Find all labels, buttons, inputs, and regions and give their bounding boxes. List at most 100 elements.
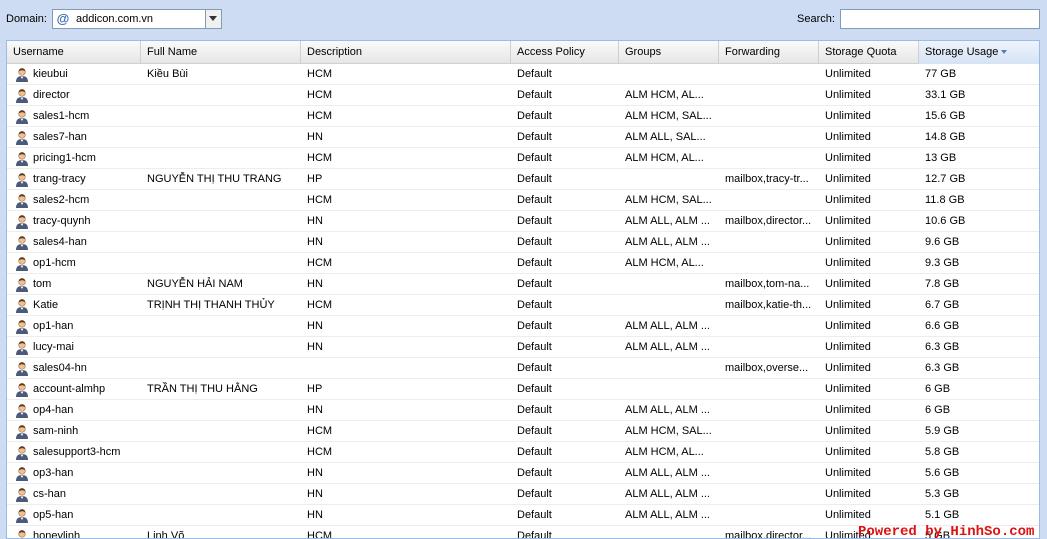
col-storage-usage-cell: 5.1 GB: [925, 509, 960, 521]
col-storage-usage-cell: 15.6 GB: [925, 110, 966, 122]
col-access-policy-cell: Default: [517, 446, 552, 458]
col-fullname-cell: Kiều Bùi: [147, 68, 188, 80]
sort-descending-icon: [1001, 50, 1008, 55]
col-access-policy-header[interactable]: Access Policy: [511, 41, 619, 64]
table-row[interactable]: lucy-mai HN Default ALM ALL, ALM ... Unlimit…: [7, 337, 1039, 358]
col-groups-cell: ALM HCM, SAL...: [625, 110, 712, 122]
col-fullname-cell: [141, 463, 301, 484]
col-forwarding-cell: [719, 253, 819, 274]
col-description-cell: HP: [307, 383, 323, 395]
col-storage-quota-cell: Unlimited: [825, 488, 871, 500]
col-description-cell: HN: [307, 278, 323, 290]
col-fullname-cell: [141, 190, 301, 211]
col-groups-cell: ALM ALL, ALM ...: [625, 488, 710, 500]
table-row[interactable]: op1-han HN Default ALM ALL, ALM ... Unlimite…: [7, 316, 1039, 337]
col-access-policy-cell: Default: [517, 530, 552, 539]
col-fullname-cell: [141, 505, 301, 526]
table-row[interactable]: pricing1-hcm HCM Default ALM HCM, AL... Unli…: [7, 148, 1039, 169]
at-sign-icon: @: [56, 11, 70, 26]
col-forwarding-cell: [719, 148, 819, 169]
table-row[interactable]: account-almhp TRẦN THỊ THU HẰNG HP Default U…: [7, 379, 1039, 400]
col-fullname-cell: TRẦN THỊ THU HẰNG: [147, 383, 258, 395]
search-input[interactable]: [840, 9, 1040, 29]
col-groups-cell: ALM ALL, ALM ...: [625, 509, 710, 521]
table-row[interactable]: director HCM Default ALM HCM, AL... Unlimite…: [7, 85, 1039, 106]
col-username-cell: honeylinh: [33, 530, 81, 539]
col-forwarding-cell: [719, 316, 819, 337]
col-storage-usage-cell: 6 GB: [925, 383, 951, 395]
col-description-cell: HN: [307, 509, 323, 521]
col-storage-usage-cell: 7.8 GB: [925, 278, 960, 290]
col-forwarding-cell: [719, 106, 819, 127]
col-storage-quota-cell: Unlimited: [825, 215, 871, 227]
col-groups-header[interactable]: Groups: [619, 41, 719, 64]
domain-select[interactable]: @ addicon.com.vn: [52, 9, 222, 29]
col-groups-cell: ALM ALL, ALM ...: [625, 215, 710, 227]
col-forwarding-header[interactable]: Forwarding: [719, 41, 819, 64]
domain-value: addicon.com.vn: [76, 13, 154, 25]
col-groups-cell: ALM HCM, AL...: [625, 152, 704, 164]
col-access-policy-cell: Default: [517, 404, 552, 416]
table-row[interactable]: sales7-han HN Default ALM ALL, SAL... Unlimi…: [7, 127, 1039, 148]
col-groups-cell: ALM HCM, SAL...: [625, 425, 712, 437]
table-row[interactable]: sam-ninh HCM Default ALM HCM, SAL... Unlimit…: [7, 421, 1039, 442]
col-username-cell: op4-han: [33, 404, 74, 416]
col-groups-cell: ALM ALL, ALM ...: [625, 341, 710, 353]
col-groups-cell: [619, 169, 719, 190]
col-fullname-cell: [141, 442, 301, 463]
col-storage-quota-cell: Unlimited: [825, 404, 871, 416]
col-access-policy-cell: Default: [517, 383, 552, 395]
col-fullname-cell: [141, 316, 301, 337]
col-storage-usage-cell: 10.6 GB: [925, 215, 966, 227]
col-username-cell: op3-han: [33, 467, 74, 479]
col-forwarding-cell: [719, 400, 819, 421]
table-row[interactable]: tracy-quynh HN Default ALM ALL, ALM ... mail…: [7, 211, 1039, 232]
col-description-cell: HN: [307, 215, 323, 227]
col-storage-quota-cell: Unlimited: [825, 299, 871, 311]
col-description-cell: HCM: [307, 110, 333, 122]
col-access-policy-cell: Default: [517, 278, 552, 290]
col-storage-usage-cell: 9.6 GB: [925, 236, 960, 248]
col-groups-cell: ALM ALL, ALM ...: [625, 236, 710, 248]
col-forwarding-cell: [719, 421, 819, 442]
table-row[interactable]: sales1-hcm HCM Default ALM HCM, SAL... Unlim…: [7, 106, 1039, 127]
table-row[interactable]: sales2-hcm HCM Default ALM HCM, SAL... Unlim…: [7, 190, 1039, 211]
table-row[interactable]: op3-han HN Default ALM ALL, ALM ... Unlimite…: [7, 463, 1039, 484]
table-row[interactable]: op4-han HN Default ALM ALL, ALM ... Unlimite…: [7, 400, 1039, 421]
col-groups-cell: ALM ALL, ALM ...: [625, 404, 710, 416]
col-description-header[interactable]: Description: [301, 41, 511, 64]
col-forwarding-cell: mailbox,director...: [725, 215, 812, 227]
col-access-policy-cell: Default: [517, 467, 552, 479]
table-row[interactable]: salesupport3-hcm HCM Default ALM HCM, AL...…: [7, 442, 1039, 463]
table-row[interactable]: Katie TRỊNH THỊ THANH THỦY HCM Default mailb…: [7, 295, 1039, 316]
col-username-cell: cs-han: [33, 488, 67, 500]
col-groups-cell: [619, 379, 719, 400]
chevron-down-icon[interactable]: [205, 10, 221, 28]
col-access-policy-cell: Default: [517, 425, 552, 437]
col-groups-cell: [619, 64, 719, 85]
table-row[interactable]: op5-han HN Default ALM ALL, ALM ... Unlimite…: [7, 505, 1039, 526]
col-username-cell: op1-hcm: [33, 257, 76, 269]
col-storage-usage-header[interactable]: Storage Usage: [919, 41, 1039, 64]
table-row[interactable]: sales4-han HN Default ALM ALL, ALM ... Unlim…: [7, 232, 1039, 253]
col-username-cell: tom: [33, 278, 52, 290]
col-access-policy-cell: Default: [517, 194, 552, 206]
table-row[interactable]: kieubui Kiều Bùi HCM Default Unlimited 77 GB: [7, 64, 1039, 85]
table-row[interactable]: tom NGUYỄN HẢI NAM HN Default mailbox,tom-na…: [7, 274, 1039, 295]
table-row[interactable]: trang-tracy NGUYỄN THỊ THU TRANG HP Default…: [7, 169, 1039, 190]
table-row[interactable]: sales04-hn Default mailbox,overse... Unlimi…: [7, 358, 1039, 379]
col-forwarding-cell: [719, 85, 819, 106]
col-groups-cell: ALM HCM, AL...: [625, 446, 704, 458]
col-fullname-cell: [141, 211, 301, 232]
col-storage-quota-header[interactable]: Storage Quota: [819, 41, 919, 64]
table-row[interactable]: op1-hcm HCM Default ALM HCM, AL... Unlimited…: [7, 253, 1039, 274]
col-storage-quota-cell: Unlimited: [825, 467, 871, 479]
col-forwarding-cell: [719, 232, 819, 253]
table-row[interactable]: cs-han HN Default ALM ALL, ALM ... Unlimited…: [7, 484, 1039, 505]
col-storage-usage-cell: 6 GB: [925, 404, 951, 416]
user-grid: Username Full Name Description Access Polic…: [6, 40, 1040, 539]
col-fullname-header[interactable]: Full Name: [141, 41, 301, 64]
col-groups-cell: ALM ALL, SAL...: [625, 131, 706, 143]
col-forwarding-cell: [719, 337, 819, 358]
col-username-header[interactable]: Username: [7, 41, 141, 64]
